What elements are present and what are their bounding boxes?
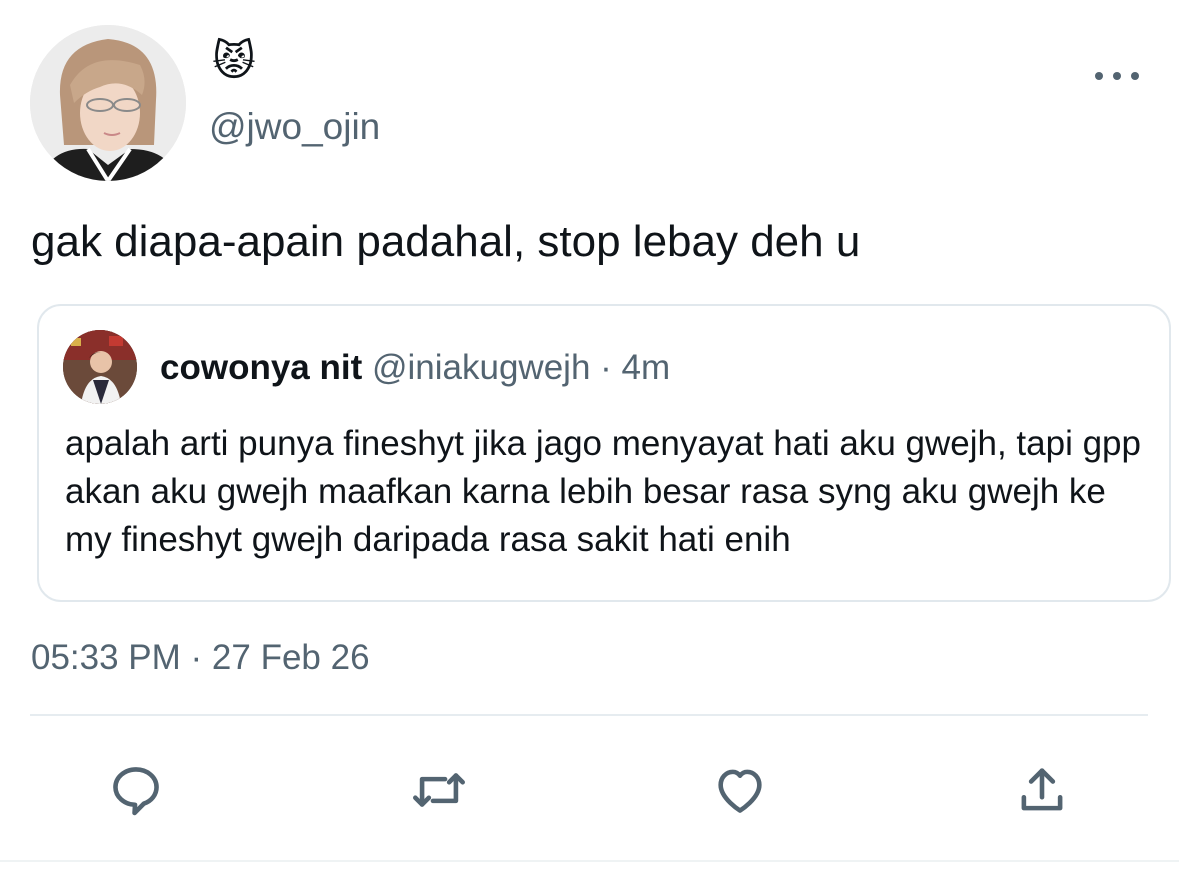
quoted-author-name[interactable]: cowonya nit: [160, 348, 362, 387]
author-avatar-image: [30, 25, 186, 181]
retweet-button[interactable]: [409, 760, 469, 820]
more-dot: [1113, 72, 1121, 80]
tweet-timestamp[interactable]: 05:33 PM · 27 Feb 26: [31, 636, 370, 680]
quoted-tweet-card[interactable]: cowonya nit @iniakugwejh · 4m apalah art…: [37, 304, 1171, 602]
quoted-meta-separator: ·: [590, 348, 622, 387]
quoted-author-handle[interactable]: @iniakugwejh: [372, 348, 590, 387]
more-dot: [1131, 72, 1139, 80]
author-avatar[interactable]: [30, 25, 186, 181]
quoted-tweet-header: cowonya nit @iniakugwejh · 4m: [160, 346, 670, 390]
more-options-icon[interactable]: [1095, 66, 1139, 86]
tweet-text: gak diapa-apain padahal, stop lebay deh …: [31, 217, 861, 266]
quoted-avatar-image: [63, 330, 137, 404]
share-icon: [1021, 768, 1063, 811]
quoted-tweet-text: apalah arti punya fineshyt jika jago men…: [65, 424, 1141, 559]
quoted-author-avatar: [63, 330, 137, 404]
tweet-detail: 😾 @jwo_ojin gak diapa-apain padahal, sto…: [0, 0, 1179, 879]
like-button[interactable]: [710, 760, 770, 820]
quoted-tweet-age: 4m: [621, 348, 671, 387]
more-dot: [1095, 72, 1103, 80]
reply-icon: [113, 767, 159, 816]
like-icon: [718, 769, 762, 813]
divider: [0, 860, 1179, 862]
reply-button[interactable]: [106, 760, 166, 820]
author-display-name[interactable]: 😾: [212, 36, 256, 86]
divider: [30, 714, 1148, 716]
retweet-icon: [413, 773, 465, 807]
share-button[interactable]: [1012, 760, 1072, 820]
author-handle[interactable]: @jwo_ojin: [209, 104, 380, 150]
